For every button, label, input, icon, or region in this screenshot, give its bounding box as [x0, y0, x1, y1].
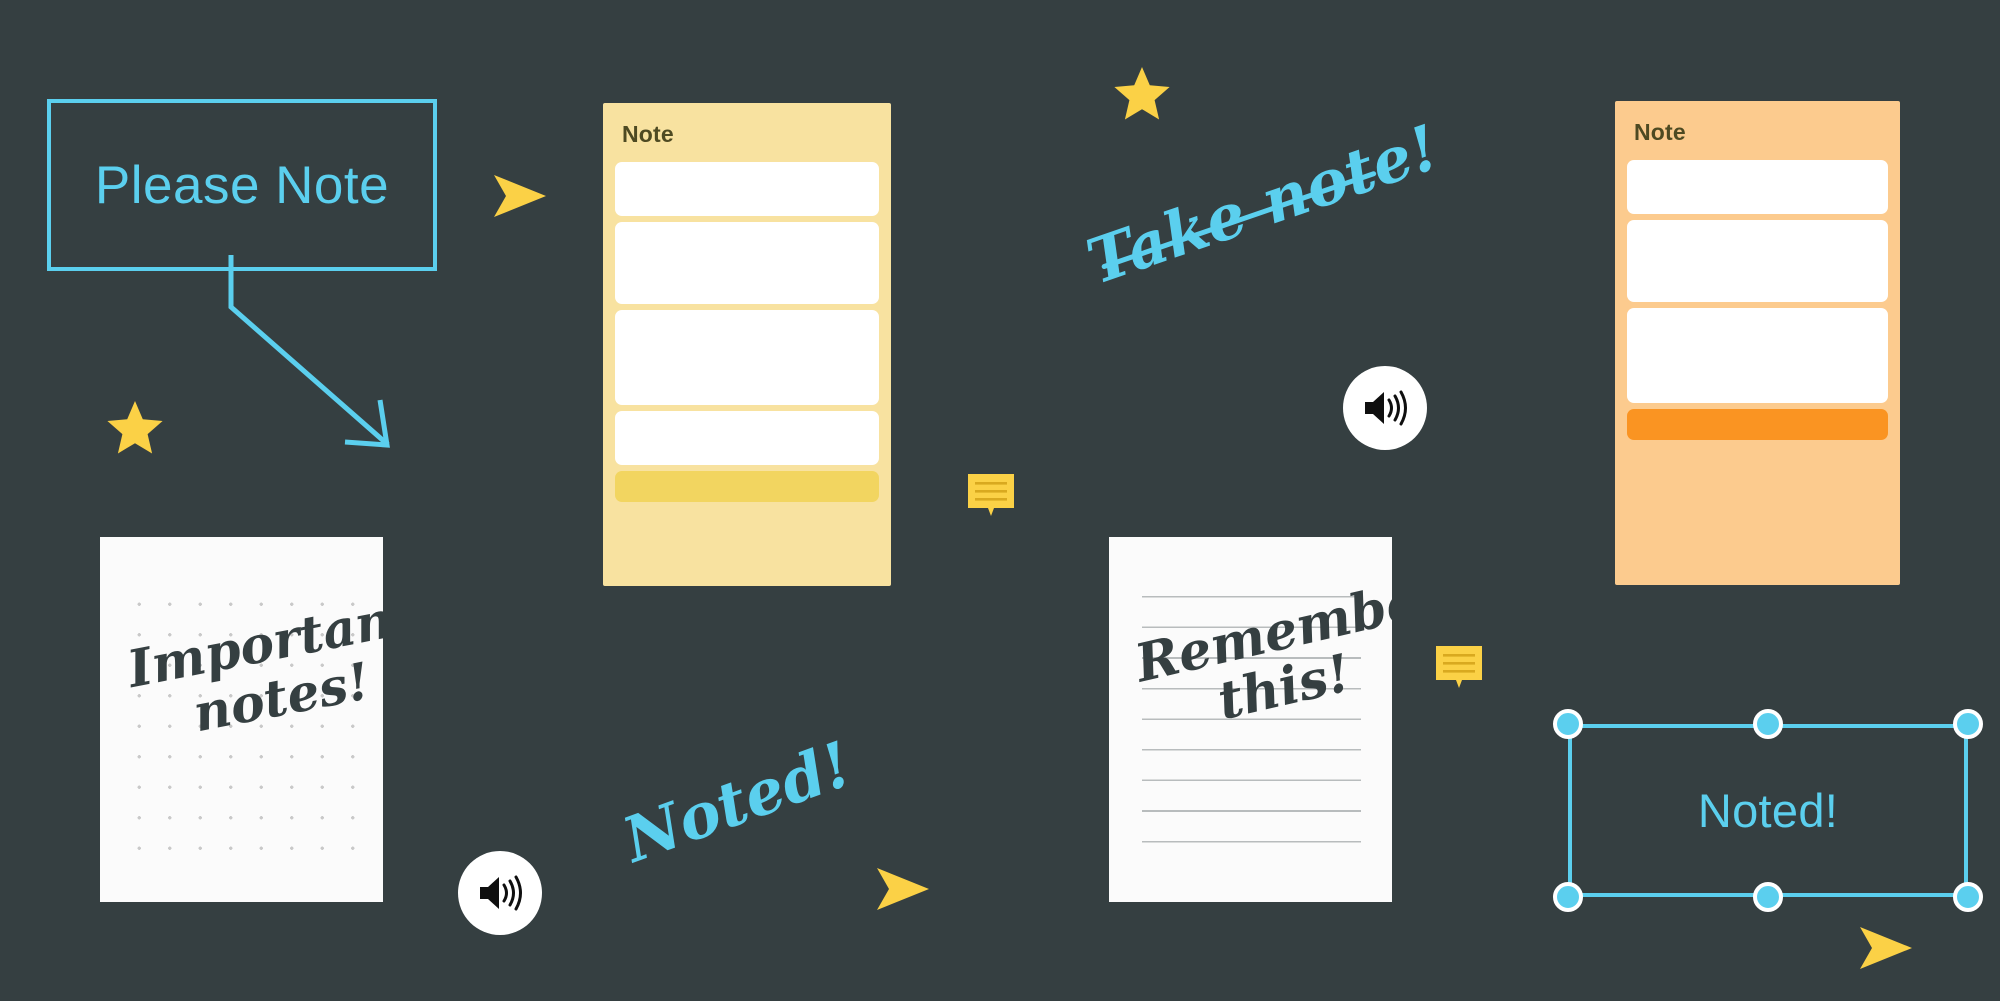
note-card-row[interactable]	[615, 222, 879, 304]
speaker-volume-icon	[1365, 390, 1407, 426]
note-card-row-list	[1627, 160, 1888, 440]
resize-handle-bottom-center[interactable]	[1753, 882, 1783, 912]
noted-handwriting: Noted!	[613, 727, 862, 877]
comment-bubble-icon[interactable]	[966, 472, 1016, 520]
note-card-row[interactable]	[615, 411, 879, 465]
note-card-row-list	[615, 162, 879, 502]
note-card-row[interactable]	[1627, 160, 1888, 214]
speaker-button-top[interactable]	[1343, 366, 1427, 450]
noted-selection-box[interactable]: Noted!	[1553, 709, 1983, 912]
star-icon	[107, 401, 163, 454]
note-card-yellow[interactable]: Note	[603, 103, 891, 586]
note-board-canvas: Please Note Note Note Important notes! R…	[0, 0, 2000, 1001]
note-card-row[interactable]	[615, 310, 879, 405]
lined-paper-note[interactable]: Remember this!	[1109, 537, 1392, 902]
note-card-title: Note	[1634, 119, 1686, 145]
note-card-row[interactable]	[1627, 308, 1888, 403]
resize-handle-bottom-left[interactable]	[1553, 882, 1583, 912]
note-card-highlight-row[interactable]	[615, 471, 879, 502]
note-card-orange[interactable]: Note	[1615, 101, 1900, 585]
note-card-row[interactable]	[1627, 220, 1888, 302]
comment-bubble-icon[interactable]	[1434, 644, 1484, 692]
take-note-handwriting: Take note!	[1077, 110, 1448, 299]
play-arrow-icon[interactable]	[1858, 925, 1914, 971]
note-card-title: Note	[622, 121, 674, 147]
dotted-paper-note[interactable]: Important notes!	[100, 537, 383, 902]
star-icon	[1114, 67, 1170, 120]
resize-handle-top-right[interactable]	[1953, 709, 1983, 739]
note-card-row[interactable]	[615, 162, 879, 216]
play-arrow-icon[interactable]	[492, 173, 548, 219]
speaker-button-bottom[interactable]	[458, 851, 542, 935]
speaker-volume-icon	[480, 875, 522, 911]
resize-handle-top-left[interactable]	[1553, 709, 1583, 739]
please-note-callout-box[interactable]: Please Note	[47, 99, 437, 271]
resize-handle-top-center[interactable]	[1753, 709, 1783, 739]
note-card-highlight-row[interactable]	[1627, 409, 1888, 440]
selection-box-label: Noted!	[1697, 784, 1839, 837]
play-arrow-icon[interactable]	[875, 866, 931, 912]
please-note-label: Please Note	[94, 155, 390, 215]
resize-handle-bottom-right[interactable]	[1953, 882, 1983, 912]
